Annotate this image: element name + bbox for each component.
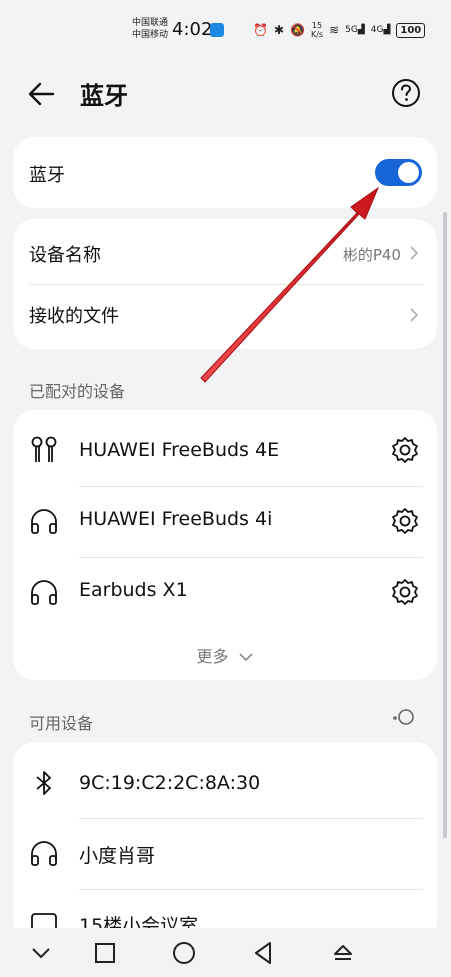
app-bar: 蓝牙 <box>0 68 451 118</box>
bluetooth-toggle-card: 蓝牙 <box>13 137 437 208</box>
chevron-down-icon <box>238 653 253 662</box>
help-button[interactable] <box>390 77 422 109</box>
net-speed-value: 15 <box>311 21 323 30</box>
available-device-row[interactable]: 9C:19:C2:2C:8A:30 <box>13 747 437 818</box>
app-notification-icon <box>210 23 224 37</box>
question-circle-icon <box>392 79 420 107</box>
paired-devices-card: HUAWEI FreeBuds 4E HUAWEI FreeBuds 4i Ea… <box>13 410 437 680</box>
device-name: HUAWEI FreeBuds 4E <box>79 439 280 461</box>
status-time: 4:02 <box>172 19 213 40</box>
available-devices-card: 9C:19:C2:2C:8A:30 小度肖哥 15楼小会议室 <box>13 742 437 942</box>
wifi-icon: ≋ <box>329 23 340 37</box>
circle-icon[interactable] <box>171 940 197 966</box>
chevron-right-icon <box>410 308 419 322</box>
paired-device-row[interactable]: HUAWEI FreeBuds 4E <box>13 415 437 486</box>
received-files-row[interactable]: 接收的文件 <box>13 284 437 349</box>
scanning-spinner-icon <box>393 709 414 725</box>
carrier-labels: 中国联通 中国移动 <box>132 17 168 41</box>
headphones-icon <box>31 841 57 866</box>
status-icons: ⏰ ✱ 🔕 15 K/s ≋ 5G▟ 4G▟ 100 <box>253 21 426 39</box>
back-button[interactable] <box>26 78 58 110</box>
alarm-icon: ⏰ <box>253 23 268 37</box>
more-button[interactable]: 更多 <box>13 643 437 667</box>
bluetooth-switch[interactable] <box>375 159 422 186</box>
status-bar: 中国联通 中国移动 4:02 ⏰ ✱ 🔕 15 K/s ≋ 5G▟ 4G▟ 10… <box>0 0 451 60</box>
arrow-left-icon <box>28 82 55 106</box>
device-name-row[interactable]: 设备名称 彬的P40 <box>13 219 437 284</box>
system-nav-bar <box>0 928 451 977</box>
mute-icon: 🔕 <box>290 23 305 37</box>
signal-1: 5G▟ <box>345 25 365 35</box>
device-name: Earbuds X1 <box>79 579 188 601</box>
switch-knob <box>398 162 419 183</box>
paired-device-row[interactable]: Earbuds X1 <box>13 557 437 628</box>
chevron-right-icon <box>410 246 419 260</box>
square-icon[interactable] <box>92 940 118 966</box>
carrier-1: 中国联通 <box>132 18 169 28</box>
device-name: 9C:19:C2:2C:8A:30 <box>79 772 261 794</box>
headphones-icon <box>31 580 57 605</box>
signal-2: 4G▟ <box>370 25 391 35</box>
net-speed-unit: K/s <box>310 30 324 39</box>
page-title: 蓝牙 <box>80 82 128 110</box>
triangle-back-icon[interactable] <box>251 940 277 966</box>
more-label: 更多 <box>196 647 229 666</box>
paired-device-row[interactable]: HUAWEI FreeBuds 4i <box>13 486 437 557</box>
bluetooth-label: 蓝牙 <box>29 165 65 186</box>
gear-icon[interactable] <box>390 506 420 536</box>
received-files-label: 接收的文件 <box>29 306 119 327</box>
battery-indicator: 100 <box>396 22 426 38</box>
headphones-icon <box>31 509 57 534</box>
carrier-2: 中国移动 <box>132 30 169 40</box>
bluetooth-status-icon: ✱ <box>273 23 285 37</box>
chevron-down-icon[interactable] <box>28 940 54 966</box>
device-name-label: 设备名称 <box>29 245 101 266</box>
device-name-value: 彬的P40 <box>342 246 401 264</box>
available-device-row[interactable]: 小度肖哥 <box>13 818 437 889</box>
earbuds-icon <box>31 436 57 462</box>
paired-devices-heading: 已配对的设备 <box>29 382 126 401</box>
eject-icon[interactable] <box>330 940 356 966</box>
bluetooth-icon <box>36 771 51 795</box>
net-speed: 15 K/s <box>311 21 323 39</box>
scrollbar[interactable] <box>443 212 447 838</box>
settings-card: 设备名称 彬的P40 接收的文件 <box>13 219 437 349</box>
gear-icon[interactable] <box>390 577 420 607</box>
available-devices-heading: 可用设备 <box>29 714 94 733</box>
gear-icon[interactable] <box>390 435 420 465</box>
device-name: 小度肖哥 <box>79 845 156 867</box>
device-name: HUAWEI FreeBuds 4i <box>79 508 273 530</box>
